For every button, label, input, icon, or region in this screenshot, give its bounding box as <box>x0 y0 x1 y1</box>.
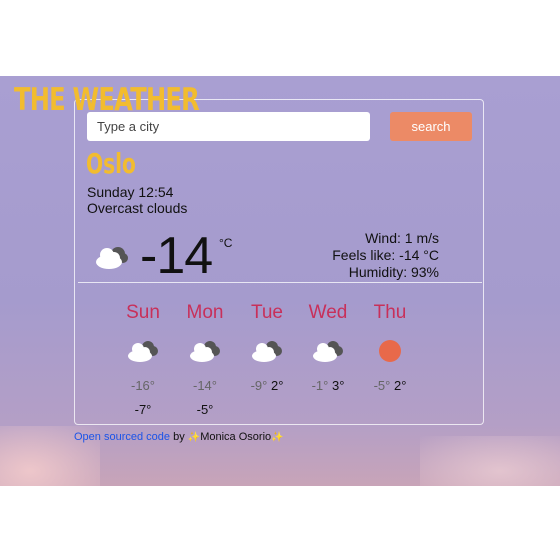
background-glow <box>420 436 560 486</box>
author-name: Monica Osorio <box>200 431 272 443</box>
forecast-day: Sun -16° -7° <box>113 302 173 417</box>
footer: Open sourced code by ✨Monica Osorio✨ <box>74 431 284 443</box>
forecast-day: Mon -14° -5° <box>175 302 235 417</box>
city-name: Oslo <box>86 147 136 180</box>
divider <box>78 282 482 283</box>
feels-like: Feels like: -14 °C <box>332 247 439 263</box>
forecast-temp-min: -14° <box>193 378 217 393</box>
weather-details: Wind: 1 m/s Feels like: -14 °C Humidity:… <box>332 230 439 281</box>
forecast-temp-min: -1° <box>311 378 329 393</box>
forecast-temp-max: 2° <box>270 378 284 393</box>
search-button[interactable]: search <box>390 112 472 141</box>
forecast-day-name: Sun <box>126 302 160 323</box>
forecast-temps: -9° 2° <box>237 378 297 393</box>
cloud-icon <box>128 341 158 362</box>
cloud-icon <box>313 341 343 362</box>
forecast-temp-extra: -7° <box>134 402 152 417</box>
date-time: Sunday 12:54 <box>87 184 174 200</box>
temperature-unit[interactable]: °C <box>219 236 232 250</box>
forecast-temps: -14° <box>175 378 235 393</box>
sun-icon <box>379 340 401 362</box>
cloud-icon <box>190 341 220 362</box>
forecast-day-name: Mon <box>186 302 224 323</box>
wind-speed: Wind: 1 m/s <box>365 230 439 246</box>
current-temperature: -14 <box>140 227 213 285</box>
forecast-temps: -5° 2° <box>360 378 420 393</box>
sparkle-icon: ✨ <box>271 432 284 443</box>
app-title: THE WEATHER <box>14 82 200 118</box>
forecast-day-name: Wed <box>308 302 348 323</box>
forecast-temp-extra: -5° <box>196 402 214 417</box>
cloud-icon <box>96 247 128 269</box>
source-code-link[interactable]: Open sourced code <box>74 431 170 443</box>
forecast-temp-max: 3° <box>331 378 345 393</box>
forecast-temp-min: -9° <box>250 378 268 393</box>
forecast-day-name: Thu <box>373 302 407 323</box>
footer-by-text: by <box>173 431 185 443</box>
forecast-day: Thu -5° 2° <box>360 302 420 402</box>
forecast-temp-min: -5° <box>373 378 391 393</box>
forecast-temps: -1° 3° <box>298 378 358 393</box>
cloud-icon <box>252 341 282 362</box>
forecast-temp-max: 2° <box>393 378 407 393</box>
forecast-day: Tue -9° 2° <box>237 302 297 402</box>
forecast-temps: -16° <box>113 378 173 393</box>
sparkle-icon: ✨ <box>187 432 201 443</box>
forecast-day-name: Tue <box>250 302 284 323</box>
weather-description: Overcast clouds <box>87 200 188 216</box>
forecast-day: Wed -1° 3° <box>298 302 358 402</box>
humidity: Humidity: 93% <box>348 264 439 280</box>
forecast-temp-min: -16° <box>131 378 155 393</box>
